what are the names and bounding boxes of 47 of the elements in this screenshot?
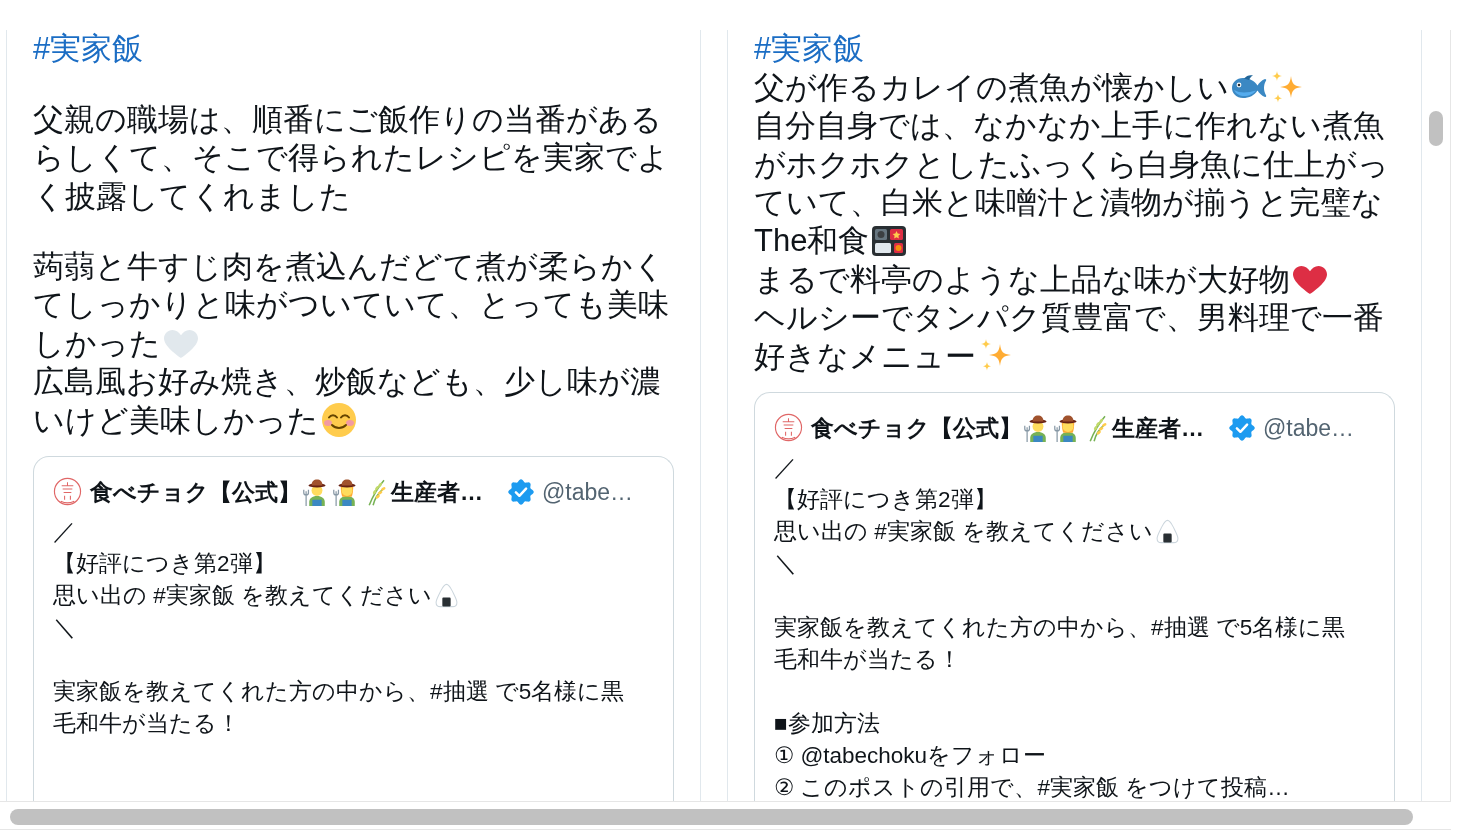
quoted-post-text: ／ — [774, 454, 797, 481]
quoted-post-text: 実家飯を教えてくれた方の中から、#抽選 で5名様に黒 — [774, 614, 1346, 641]
post-text: く披露してくれました — [33, 178, 351, 215]
post-text: まるで料亭のような上品な味が大好物 — [754, 261, 1290, 298]
post-text: 広島風お好み焼き、炒飯なども、少し味が濃 — [33, 364, 661, 400]
display-name: 生産者… — [1112, 413, 1204, 443]
user-handle: @tabe… — [1263, 413, 1355, 443]
post-text: 蒟蒻と牛すじ肉を煮込んだどて煮が柔らかく — [33, 248, 665, 285]
post-text: 好きなメニュー — [754, 338, 976, 375]
user-handle: @tabe… — [542, 477, 634, 507]
post-text: がホクホクとしたふっくら白身魚に仕上がっ — [754, 146, 1389, 183]
quoted-post-text: 思い出の #実家飯 を教えてください — [774, 518, 1154, 545]
quoted-post-text: ＼ — [774, 550, 797, 577]
scrollbar-thumb[interactable] — [10, 809, 1413, 825]
logo-icon — [53, 477, 82, 506]
display-name: 食べチョク【公式】 — [811, 413, 1022, 443]
quoted-post-text: 思い出の #実家飯 を教えてください — [53, 582, 433, 609]
post-text: ヘルシーでタンパク質豊富で、男料理で一番 — [754, 300, 1384, 336]
horizontal-scrollbar[interactable] — [0, 801, 1451, 830]
quoted-post[interactable]: 食べチョク【公式】 生産者… @tabe… ／ 【好評につき第2弾】 思い出の #実家飯 を教えてください ＼ 実家飯を教えてくれた方の中から、#抽選 で5名様に黒 毛和牛が当たる！ ■参加方法 ① @tabechokuをフォロー ② このポストの引用で、#実家飯 をつけて投稿… — [754, 391, 1395, 801]
post-text: 自分自身では、なかなか上手に作れない煮魚 — [754, 108, 1384, 144]
quoted-post-text: 【好評につき第2弾】 — [53, 550, 276, 577]
hashtag-link[interactable]: #実家飯 — [754, 31, 865, 67]
scrollbar-thumb[interactable] — [1429, 111, 1443, 146]
display-name: 食べチョク【公式】 — [90, 477, 301, 507]
logo-icon — [774, 413, 803, 442]
quoted-post-text: 毛和牛が当たる！ — [774, 646, 961, 673]
post-text: ていて、白米と味噌汁と漬物が揃うと完璧な — [754, 184, 1383, 221]
quoted-post-text: 毛和牛が当たる！ — [53, 710, 240, 737]
quoted-post-text: 【好評につき第2弾】 — [774, 486, 997, 513]
post-text: 父親の職場は、順番にご飯作りの当番がある — [33, 101, 662, 138]
quoted-post-text: ① @tabechokuをフォロー — [774, 742, 1047, 769]
quoted-post-text: ／ — [53, 518, 76, 545]
quoted-post[interactable]: 食べチョク【公式】 生産者… @tabe… ／ 【好評につき第2弾】 思い出の #実家飯 を教えてください ＼ 実家飯を教えてくれた方の中から、#抽選 で5名様に黒 毛和牛が当たる！ — [33, 455, 674, 801]
post-text: しかった — [33, 325, 161, 362]
display-name: 生産者… — [391, 477, 483, 507]
quoted-post-text: ＼ — [53, 614, 76, 641]
quoted-post-text: ■参加方法 — [774, 710, 880, 737]
post-text: 父が作るカレイの煮魚が懐かしい — [754, 69, 1229, 106]
hashtag-link[interactable]: #実家飯 — [33, 31, 144, 67]
quoted-post-text: ② このポストの引用で、#実家飯 をつけて投稿… — [774, 774, 1290, 801]
smiling-face-icon — [321, 402, 357, 439]
quoted-post-text: 実家飯を教えてくれた方の中から、#抽選 で5名様に黒 — [53, 678, 625, 705]
post-text: てしっかりと味がついていて、とっても美味 — [33, 287, 669, 323]
post-text: いけど美味しかった — [33, 402, 319, 439]
post-text: The和食 — [754, 223, 870, 259]
post-text: らしくて、そこで得られたレシピを実家でよ — [33, 140, 669, 176]
